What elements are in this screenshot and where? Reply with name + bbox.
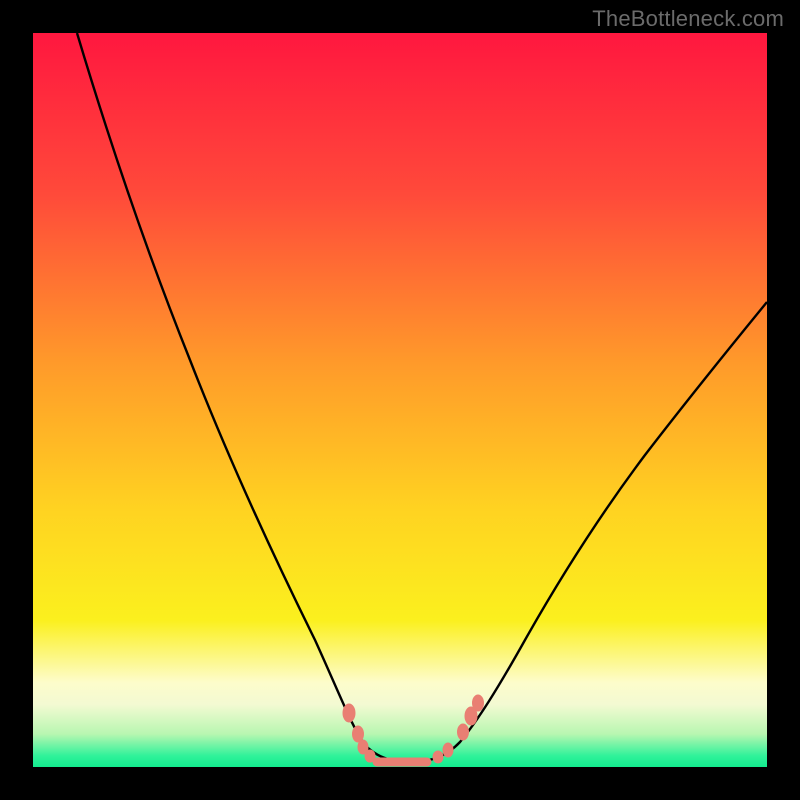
watermark-text: TheBottleneck.com (592, 6, 784, 32)
plot-background (33, 33, 767, 767)
bottleneck-chart (0, 0, 800, 800)
chart-frame: TheBottleneck.com (0, 0, 800, 800)
